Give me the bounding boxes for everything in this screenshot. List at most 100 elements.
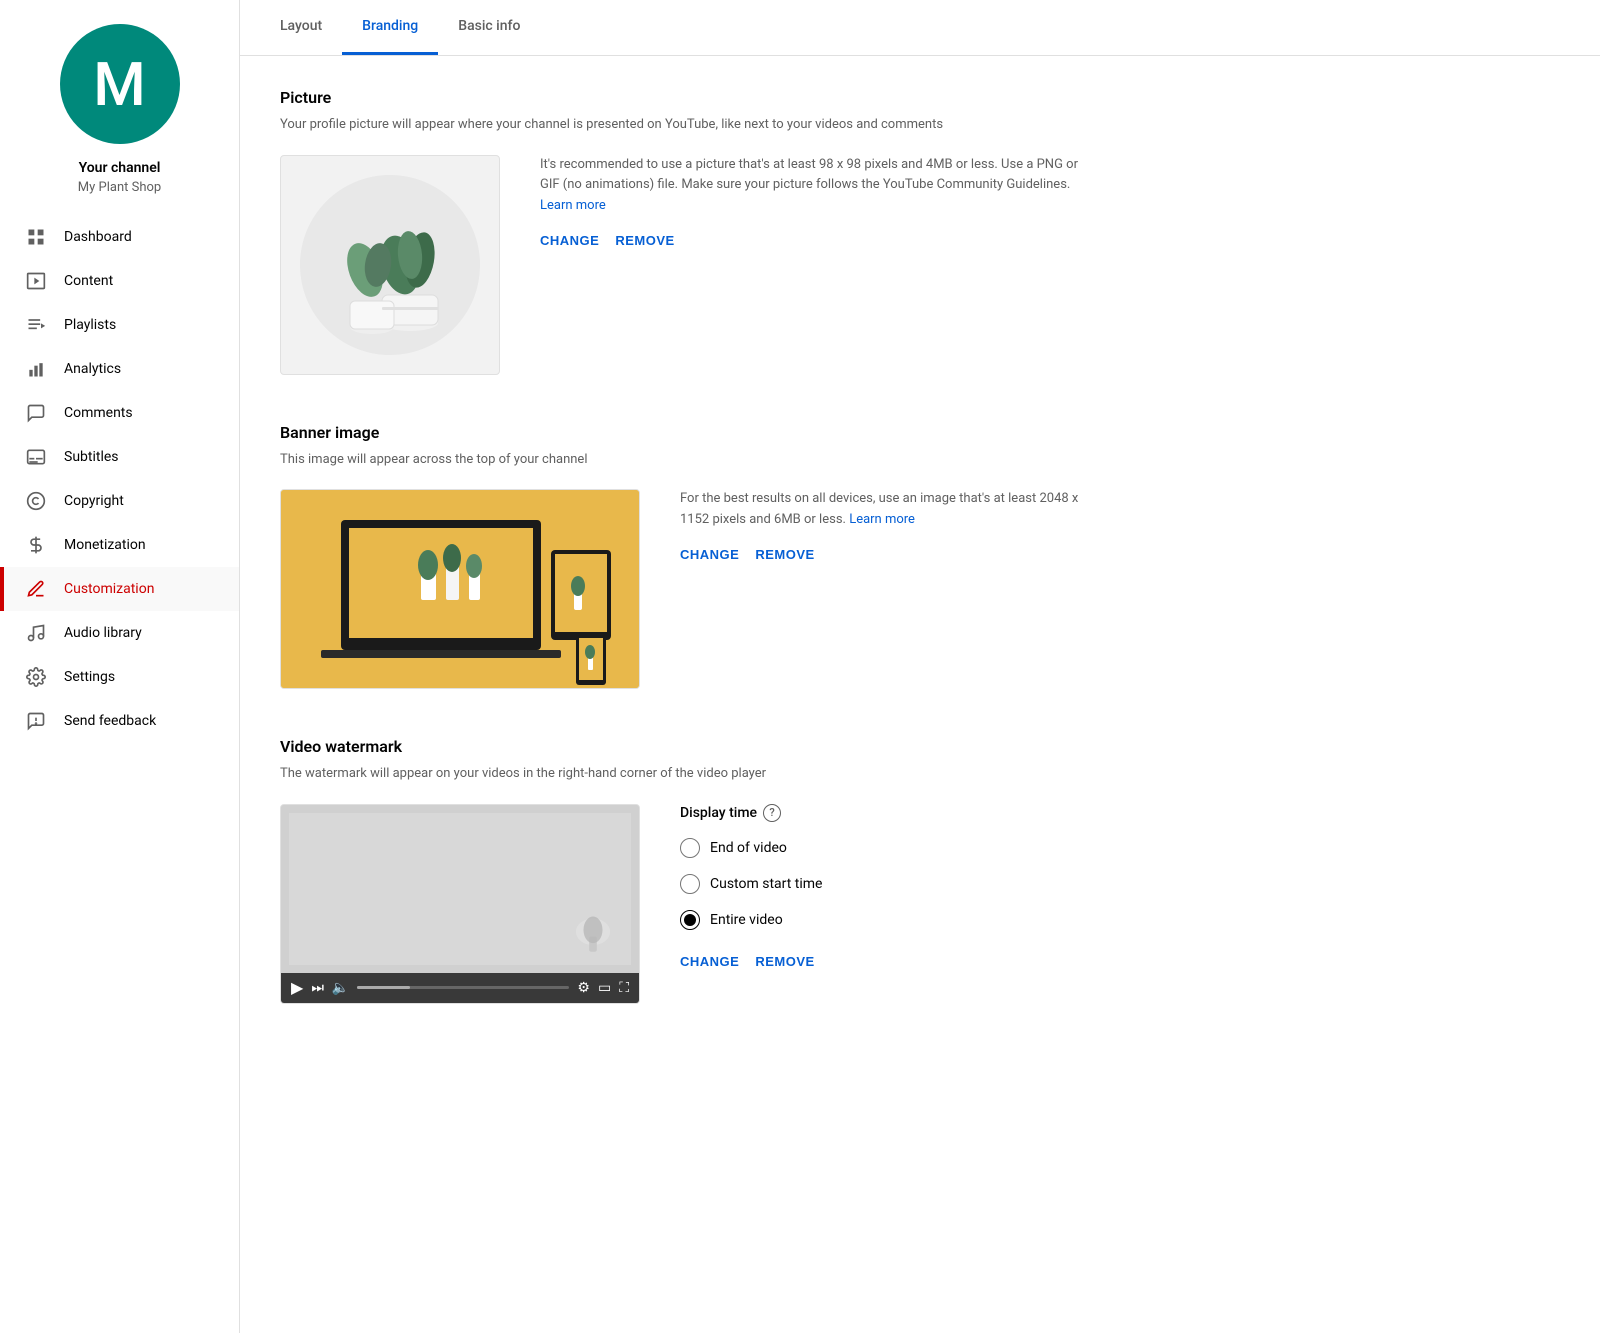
picture-desc: Your profile picture will appear where y…	[280, 115, 1100, 135]
watermark-change-button[interactable]: CHANGE	[680, 954, 739, 969]
sidebar-item-settings[interactable]: Settings	[0, 655, 239, 699]
progress-bar[interactable]	[357, 986, 569, 989]
picture-body: It's recommended to use a picture that's…	[280, 155, 1100, 375]
banner-actions: CHANGE REMOVE	[680, 547, 1100, 562]
sidebar-item-label: Audio library	[64, 625, 142, 641]
profile-plant-image	[300, 175, 480, 355]
picture-title: Picture	[280, 88, 1100, 107]
channel-name: My Plant Shop	[78, 180, 161, 195]
sidebar-item-label: Analytics	[64, 361, 121, 377]
sidebar-item-comments[interactable]: Comments	[0, 391, 239, 435]
sidebar-item-analytics[interactable]: Analytics	[0, 347, 239, 391]
play-icon	[24, 269, 48, 293]
sidebar-item-label: Dashboard	[64, 229, 132, 245]
dollar-icon	[24, 533, 48, 557]
banner-learn-more-link[interactable]: Learn more	[849, 512, 915, 527]
sidebar-item-monetization[interactable]: Monetization	[0, 523, 239, 567]
watermark-desc: The watermark will appear on your videos…	[280, 764, 1100, 784]
radio-group: End of video Custom start time Entire vi…	[680, 838, 1100, 930]
banner-remove-button[interactable]: REMOVE	[755, 547, 814, 562]
main-content: Layout Branding Basic info Picture Your …	[240, 0, 1600, 1333]
sidebar-item-content[interactable]: Content	[0, 259, 239, 303]
watermark-actions: CHANGE REMOVE	[680, 954, 1100, 969]
watermark-info: Display time ? End of video Custom start…	[680, 804, 1100, 969]
profile-picture-preview	[280, 155, 500, 375]
picture-learn-more-link[interactable]: Learn more	[540, 198, 606, 213]
watermark-video-preview: ▶ ⏭ 🔈 ⚙ ▭	[280, 804, 640, 1004]
sidebar-item-label: Send feedback	[64, 713, 156, 729]
tab-branding[interactable]: Branding	[342, 0, 438, 55]
sidebar-item-copyright[interactable]: Copyright	[0, 479, 239, 523]
radio-custom-start-time[interactable]: Custom start time	[680, 874, 1100, 894]
tab-layout[interactable]: Layout	[260, 0, 342, 55]
picture-section: Picture Your profile picture will appear…	[280, 88, 1100, 375]
bar-chart-icon	[24, 357, 48, 381]
picture-actions: CHANGE REMOVE	[540, 233, 1100, 248]
settings-control-icon[interactable]: ⚙	[577, 980, 590, 996]
avatar-letter: M	[93, 49, 145, 120]
picture-info-text: It's recommended to use a picture that's…	[540, 155, 1100, 217]
help-icon[interactable]: ?	[763, 804, 781, 822]
sidebar-item-label: Customization	[64, 581, 154, 597]
grid-icon	[24, 225, 48, 249]
subtitles-icon	[24, 445, 48, 469]
gear-icon	[24, 665, 48, 689]
video-player: ▶ ⏭ 🔈 ⚙ ▭	[281, 805, 639, 1003]
sidebar-item-send-feedback[interactable]: Send feedback	[0, 699, 239, 743]
radio-end-of-video[interactable]: End of video	[680, 838, 1100, 858]
nav-list: Dashboard Content Playlists Analytics	[0, 215, 239, 743]
sidebar-item-label: Copyright	[64, 493, 124, 509]
banner-title: Banner image	[280, 423, 1100, 442]
brush-icon	[24, 577, 48, 601]
list-icon	[24, 313, 48, 337]
display-time-header: Display time ?	[680, 804, 1100, 822]
avatar: M	[60, 24, 180, 144]
banner-info-text: For the best results on all devices, use…	[680, 489, 1100, 531]
sidebar-item-audio-library[interactable]: Audio library	[0, 611, 239, 655]
sidebar-item-dashboard[interactable]: Dashboard	[0, 215, 239, 259]
fullscreen-control-icon[interactable]: ⛶	[619, 980, 629, 996]
banner-change-button[interactable]: CHANGE	[680, 547, 739, 562]
picture-change-button[interactable]: CHANGE	[540, 233, 599, 248]
skip-control-icon[interactable]: ⏭	[311, 980, 324, 996]
branding-content: Picture Your profile picture will appear…	[240, 56, 1140, 1084]
watermark-remove-button[interactable]: REMOVE	[755, 954, 814, 969]
play-control-icon[interactable]: ▶	[291, 978, 303, 997]
copyright-icon	[24, 489, 48, 513]
progress-fill	[357, 986, 410, 989]
banner-mockup-svg	[281, 490, 640, 689]
sidebar-item-customization[interactable]: Customization	[0, 567, 239, 611]
watermark-screen-svg	[289, 813, 631, 965]
radio-input-entire-video[interactable]	[680, 910, 700, 930]
theater-control-icon[interactable]: ▭	[598, 980, 611, 996]
radio-input-custom-start-time[interactable]	[680, 874, 700, 894]
sidebar-item-label: Content	[64, 273, 113, 289]
radio-input-end-of-video[interactable]	[680, 838, 700, 858]
profile-circle	[300, 175, 480, 355]
sidebar: M Your channel My Plant Shop Dashboard C…	[0, 0, 240, 1333]
sidebar-item-subtitles[interactable]: Subtitles	[0, 435, 239, 479]
comment-icon	[24, 401, 48, 425]
banner-info: For the best results on all devices, use…	[680, 489, 1100, 562]
tab-basic-info[interactable]: Basic info	[438, 0, 540, 55]
watermark-title: Video watermark	[280, 737, 1100, 756]
sidebar-item-label: Comments	[64, 405, 133, 421]
banner-desc: This image will appear across the top of…	[280, 450, 1100, 470]
picture-remove-button[interactable]: REMOVE	[615, 233, 674, 248]
watermark-body: ▶ ⏭ 🔈 ⚙ ▭	[280, 804, 1100, 1004]
tabs-bar: Layout Branding Basic info	[240, 0, 1600, 56]
video-controls-bar: ▶ ⏭ 🔈 ⚙ ▭	[281, 973, 639, 1003]
sidebar-item-label: Playlists	[64, 317, 116, 333]
video-screen	[281, 805, 639, 973]
volume-control-icon[interactable]: 🔈	[332, 980, 349, 996]
music-icon	[24, 621, 48, 645]
picture-info: It's recommended to use a picture that's…	[540, 155, 1100, 248]
sidebar-item-playlists[interactable]: Playlists	[0, 303, 239, 347]
banner-image-preview	[280, 489, 640, 689]
sidebar-item-label: Monetization	[64, 537, 146, 553]
watermark-section: Video watermark The watermark will appea…	[280, 737, 1100, 1004]
channel-title: Your channel	[79, 160, 161, 176]
radio-entire-video[interactable]: Entire video	[680, 910, 1100, 930]
sidebar-item-label: Settings	[64, 669, 115, 685]
banner-body: For the best results on all devices, use…	[280, 489, 1100, 689]
